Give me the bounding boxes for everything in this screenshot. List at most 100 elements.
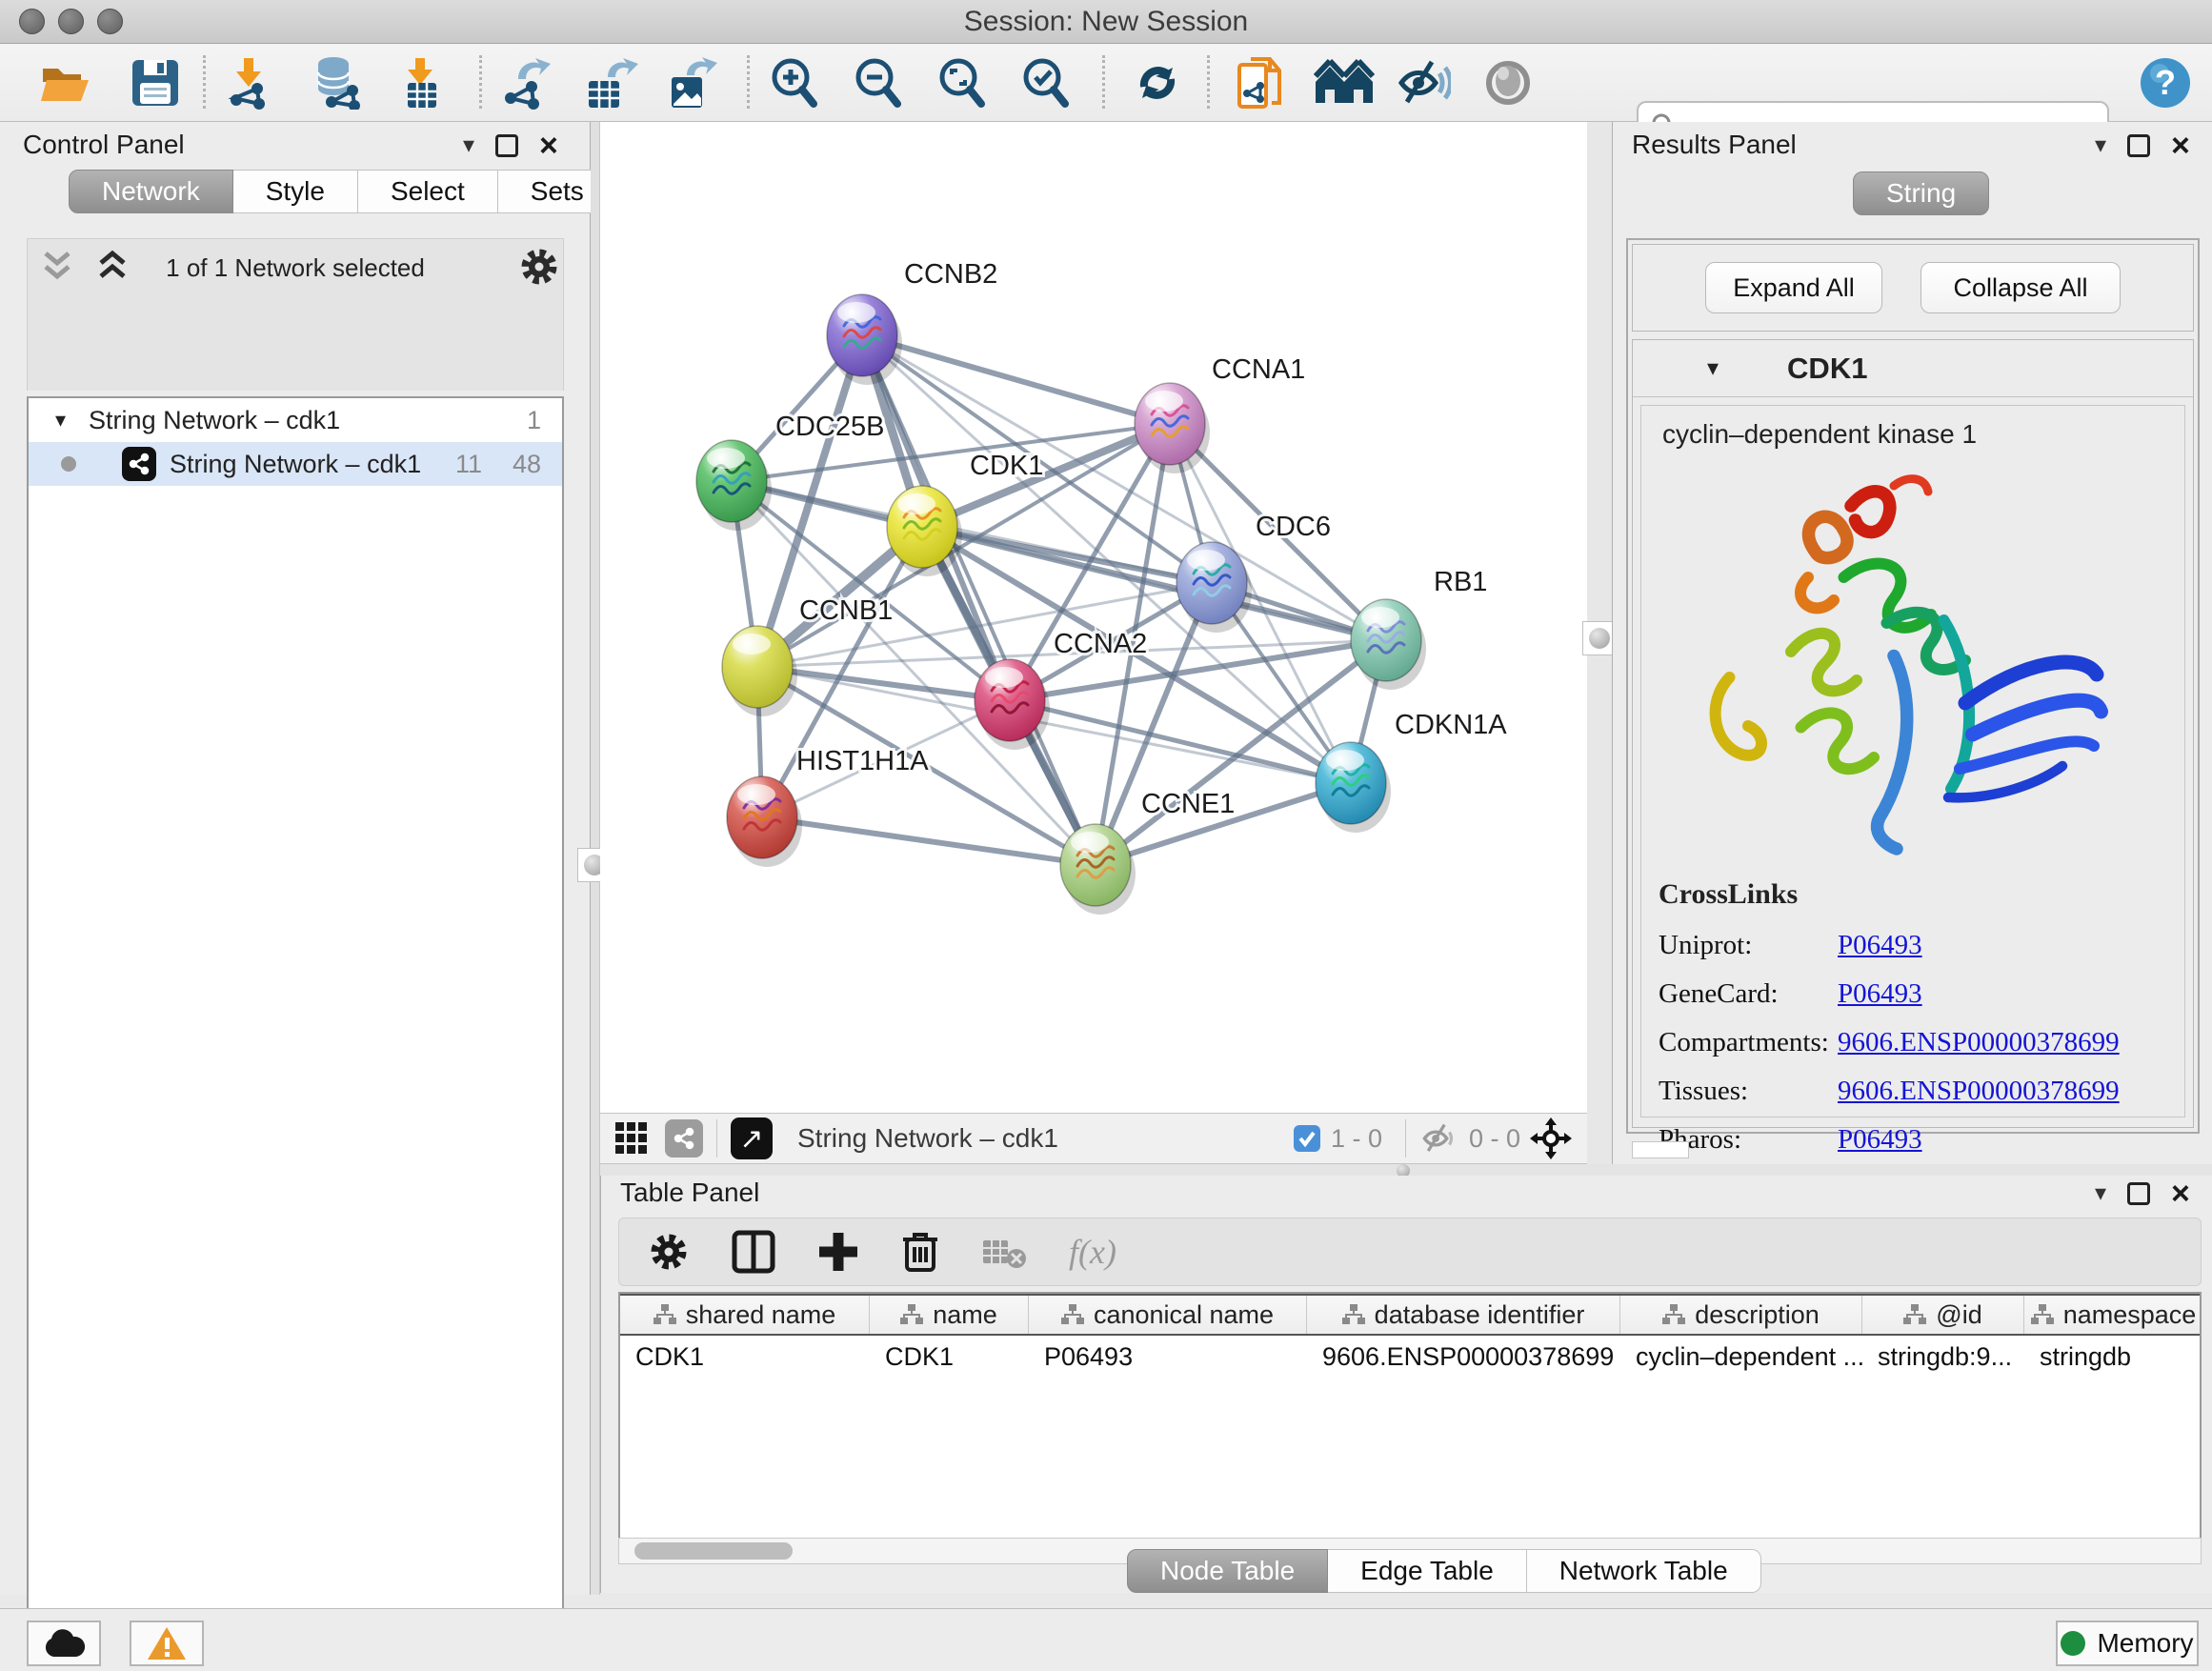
results-panel-float-icon[interactable]: [2127, 134, 2150, 157]
crosslink-link[interactable]: 9606.ENSP00000378699: [1838, 1027, 2120, 1058]
results-panel-menu-icon[interactable]: ▾: [2095, 131, 2106, 159]
network-canvas[interactable]: CCNB2CCNA1CDC25BCDK1CDC6RB1CCNB1CCNA2CDK…: [600, 122, 1587, 1113]
grid-view-icon[interactable]: [615, 1122, 648, 1155]
svg-text:?: ?: [2155, 63, 2176, 102]
collection-expander-icon[interactable]: ▾: [55, 408, 66, 433]
save-session-button[interactable]: [128, 55, 183, 111]
apply-layout-button[interactable]: [1130, 55, 1185, 111]
network-edge[interactable]: [862, 335, 1170, 424]
detach-view-icon[interactable]: ↗: [731, 1117, 773, 1159]
column-header-label: name: [933, 1300, 997, 1330]
table-cell[interactable]: cyclin–dependent ...: [1620, 1336, 1862, 1379]
warning-button[interactable]: [130, 1621, 204, 1666]
table-cell[interactable]: CDK1: [870, 1336, 1029, 1379]
tab-string[interactable]: String: [1853, 171, 1989, 215]
toolbar-separator: [203, 55, 206, 109]
help-button[interactable]: ?: [2138, 55, 2193, 111]
table-cell[interactable]: stringdb: [2024, 1336, 2202, 1379]
function-builder-icon[interactable]: f(x): [1069, 1232, 1116, 1272]
control-panel-menu-icon[interactable]: ▾: [463, 131, 474, 159]
hide-button[interactable]: [1397, 55, 1452, 111]
tab-network[interactable]: Network: [69, 170, 233, 213]
node-table[interactable]: shared name name canonical namedatabase id…: [618, 1292, 2202, 1538]
memory-button[interactable]: Memory: [2056, 1621, 2199, 1666]
table-panel-close-icon[interactable]: ×: [2171, 1182, 2190, 1205]
column-header-name[interactable]: name: [870, 1296, 1029, 1334]
table-settings-gear-icon[interactable]: [648, 1231, 690, 1273]
network-node-cdkn1a[interactable]: CDKN1A: [1316, 710, 1507, 833]
zoom-in-button[interactable]: [766, 55, 821, 111]
minimize-window-button[interactable]: [58, 9, 84, 34]
copy-document-button[interactable]: [1233, 55, 1288, 111]
network-collection-row[interactable]: ▾ String Network – cdk1 1: [29, 398, 562, 442]
table-hscroll-thumb[interactable]: [634, 1542, 793, 1560]
import-table-from-file-button[interactable]: [392, 55, 448, 111]
tab-style[interactable]: Style: [233, 170, 358, 213]
column-type-icon: [1342, 1304, 1365, 1325]
network-node-rb1[interactable]: RB1: [1351, 567, 1487, 690]
column-header-description[interactable]: description: [1620, 1296, 1862, 1334]
network-node-ccna1[interactable]: CCNA1: [1135, 354, 1305, 473]
network-edge[interactable]: [862, 335, 1386, 640]
export-table-button[interactable]: [579, 55, 646, 111]
import-network-from-file-button[interactable]: [223, 55, 278, 111]
column-header-id[interactable]: @id: [1862, 1296, 2024, 1334]
column-header-canonical-name[interactable]: canonical name: [1029, 1296, 1307, 1334]
column-header-database-identifier[interactable]: database identifier: [1307, 1296, 1620, 1334]
zoom-out-button[interactable]: [850, 55, 905, 111]
crosslink-link[interactable]: P06493: [1838, 1124, 1922, 1156]
column-header-namespace[interactable]: namespace: [2024, 1296, 2202, 1334]
crosslink-link[interactable]: P06493: [1838, 930, 1922, 961]
tab-node-table[interactable]: Node Table: [1127, 1549, 1328, 1593]
results-hscroll-thumb[interactable]: [1632, 1141, 1689, 1158]
zoom-window-button[interactable]: [97, 9, 123, 34]
network-row[interactable]: String Network – cdk1 11 48: [29, 442, 562, 486]
network-edge[interactable]: [762, 817, 1096, 865]
network-view-toolbar: ↗ String Network – cdk1 1 - 0 0 - 0: [600, 1113, 1587, 1164]
tab-edge-table[interactable]: Edge Table: [1328, 1549, 1527, 1593]
collapse-all-button[interactable]: Collapse All: [1920, 262, 2121, 313]
control-panel-close-icon[interactable]: ×: [539, 134, 558, 157]
selected-checkbox-icon[interactable]: [1293, 1124, 1321, 1153]
network-node-hist1h1a[interactable]: HIST1H1A: [727, 746, 929, 867]
table-cell[interactable]: 9606.ENSP00000378699: [1307, 1336, 1620, 1379]
string-network-graph[interactable]: CCNB2CCNA1CDC25BCDK1CDC6RB1CCNB1CCNA2CDK…: [600, 122, 1587, 1113]
export-table-icon: [583, 56, 642, 110]
import-network-from-database-button[interactable]: [301, 55, 372, 111]
table-cell[interactable]: stringdb:9...: [1862, 1336, 2024, 1379]
network-edge[interactable]: [862, 335, 1096, 865]
show-button[interactable]: [1480, 55, 1536, 111]
open-session-button[interactable]: [38, 55, 93, 111]
export-image-button[interactable]: [665, 55, 720, 111]
add-column-icon[interactable]: [817, 1231, 859, 1273]
network-options-gear-icon[interactable]: [518, 246, 560, 288]
delete-table-icon[interactable]: [981, 1235, 1027, 1269]
table-cell[interactable]: P06493: [1029, 1336, 1307, 1379]
zoom-fit-button[interactable]: [934, 55, 989, 111]
table-panel-menu-icon[interactable]: ▾: [2095, 1179, 2106, 1207]
node-label: CCNA1: [1212, 354, 1305, 385]
export-network-button[interactable]: [499, 55, 554, 111]
table-panel-float-icon[interactable]: [2127, 1182, 2150, 1205]
hidden-eye-icon[interactable]: [1419, 1122, 1459, 1155]
network-view-type-icon[interactable]: [665, 1119, 703, 1158]
expand-all-button[interactable]: Expand All: [1705, 262, 1882, 313]
select-columns-icon[interactable]: [732, 1230, 775, 1274]
zoom-selected-button[interactable]: [1017, 55, 1073, 111]
tab-select[interactable]: Select: [358, 170, 498, 213]
column-header-shared-name[interactable]: shared name: [620, 1296, 870, 1334]
home-button[interactable]: [1313, 55, 1376, 111]
crosslink-link[interactable]: P06493: [1838, 978, 1922, 1010]
crosslink-link[interactable]: 9606.ENSP00000378699: [1838, 1076, 2120, 1107]
tab-network-table[interactable]: Network Table: [1527, 1549, 1761, 1593]
table-cell[interactable]: CDK1: [620, 1336, 870, 1379]
network-edge-count: 48: [513, 450, 541, 479]
close-window-button[interactable]: [19, 9, 45, 34]
network-node-ccne1[interactable]: CCNE1: [1060, 789, 1235, 915]
gene-expander-icon[interactable]: ▾: [1707, 354, 1719, 382]
control-panel-float-icon[interactable]: [495, 134, 518, 157]
cloud-button[interactable]: [27, 1621, 101, 1666]
results-panel-close-icon[interactable]: ×: [2171, 134, 2190, 157]
fit-content-crosshair-icon[interactable]: [1530, 1117, 1572, 1159]
delete-column-icon[interactable]: [901, 1230, 939, 1274]
